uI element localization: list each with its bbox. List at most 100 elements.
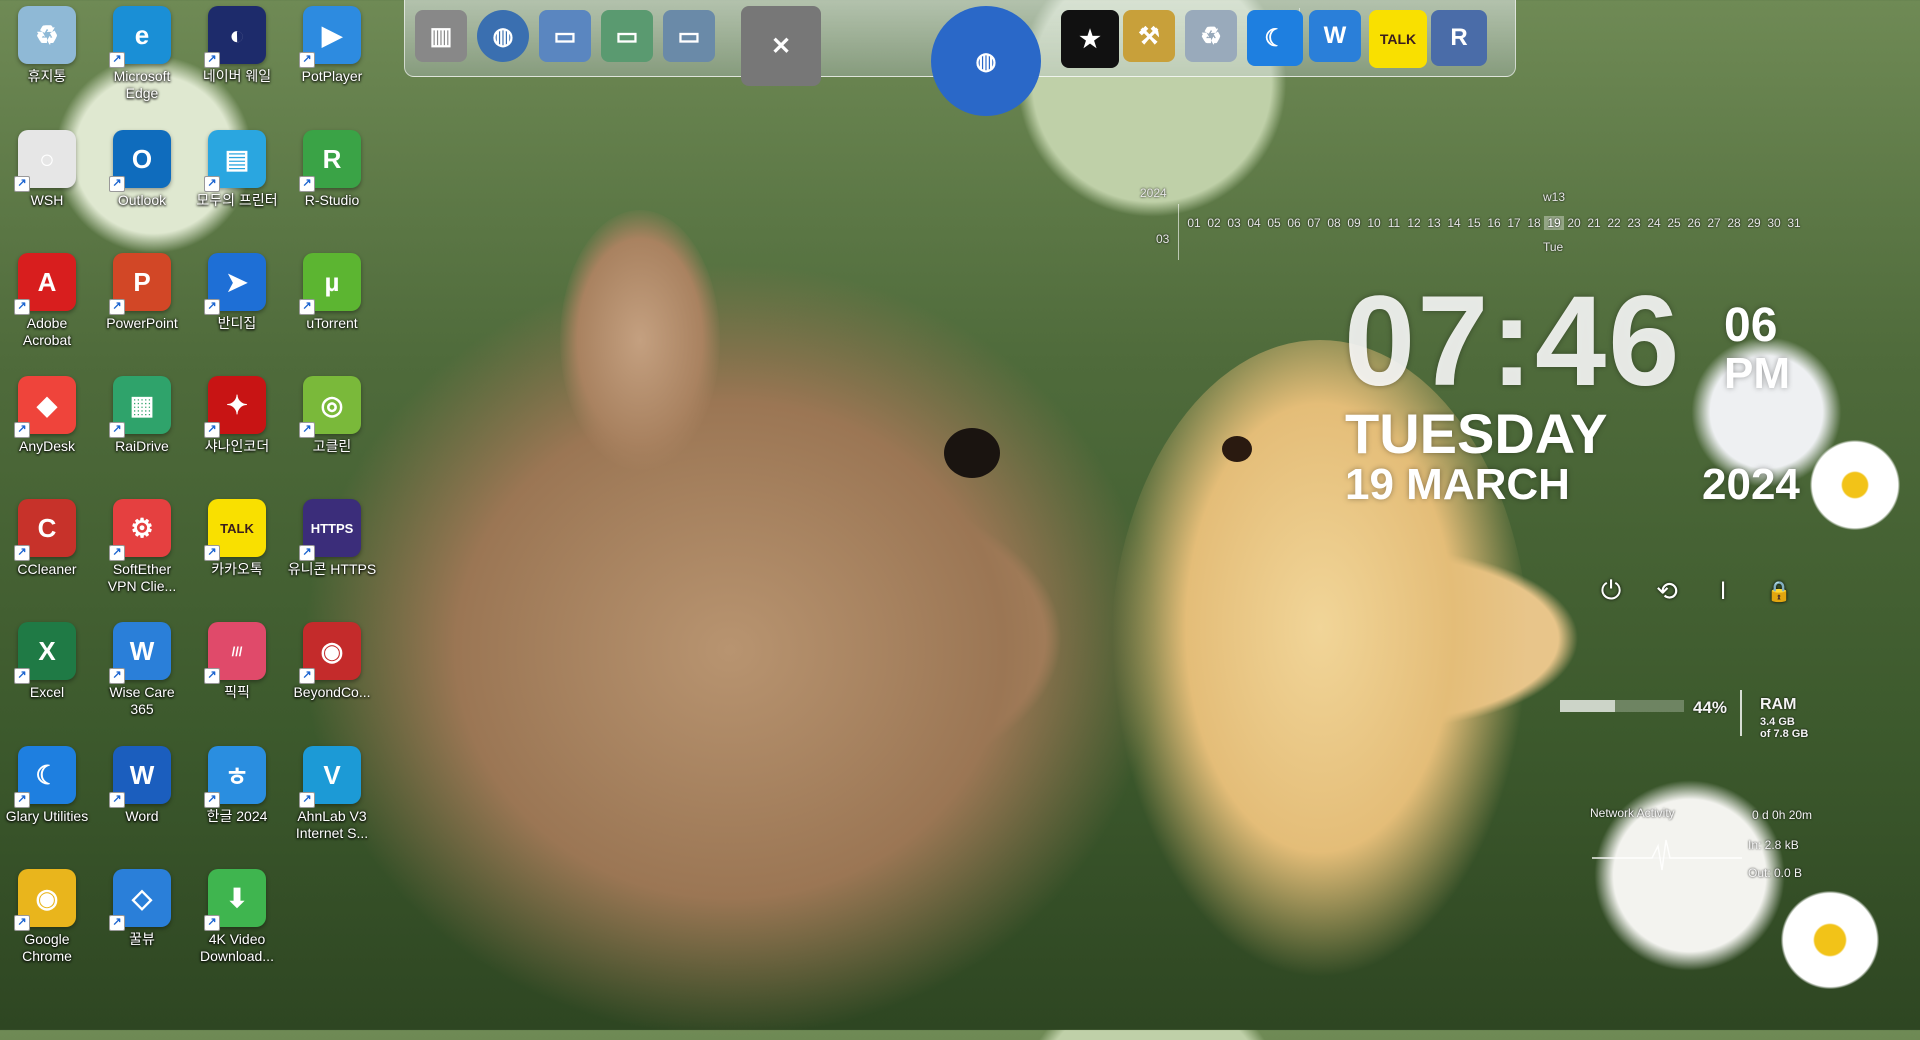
desktop-icon-label: 모두의 프린터 [196,192,278,208]
app-icon: ♻ [18,6,76,64]
app-icon: ➤ ↗ [204,253,266,315]
lock-icon[interactable]: 🔒 [1762,574,1796,608]
shortcut-arrow-icon: ↗ [14,668,30,684]
wallpaper-daisy-2 [1800,430,1910,540]
desktop-icon-https[interactable]: HTTPS ↗ 유니콘 HTTPS [287,499,377,578]
desktop-icon-beyondco[interactable]: ◉ ↗ BeyondCo... [287,622,377,701]
desktop-icon-label: Outlook [117,192,167,208]
desktop-icon-glary-utilities[interactable]: ☾ ↗ Glary Utilities [2,746,92,825]
clock-weekday: TUESDAY [1345,402,1608,465]
desktop-icon-wise-care-365[interactable]: W ↗ Wise Care 365 [97,622,187,718]
desktop-icon-item-18[interactable]: TALK ↗ 카카오톡 [192,499,282,578]
standby-icon[interactable]: ⏽ [1706,574,1740,608]
calendar-day: 06 [1287,216,1301,230]
desktop-icon-label: 4K Video Download... [200,931,274,964]
calendar-day: 09 [1347,216,1361,230]
desktop-icon-outlook[interactable]: O ↗ Outlook [97,130,187,209]
desktop-icon-label: AnyDesk [18,438,76,454]
top-dock: ▥ ◍ ▭ ▭ ▭ ✕ ◍ ★ ⚒ ♻ ☾ W TALK R [404,0,1516,116]
wisecare-icon[interactable]: W [1309,10,1361,62]
shortcut-arrow-icon: ↗ [299,299,315,315]
calendar-divider [1178,204,1179,260]
desktop-icon-item-29[interactable]: ◇ ↗ 꿀뷰 [97,869,187,948]
desktop-icon-powerpoint[interactable]: P ↗ PowerPoint [97,253,187,332]
folder-photos-icon[interactable]: ▭ [663,10,715,62]
calendar-day: 23 [1627,216,1641,230]
calendar-day: 22 [1607,216,1621,230]
wallpaper-bunny-eye [944,428,1000,478]
power-icon[interactable]: ⏻ [1594,574,1628,608]
r-icon[interactable]: R [1431,10,1487,66]
desktop-icon-item-0[interactable]: ♻ 휴지통 [2,6,92,85]
calendar-day: 14 [1447,216,1461,230]
desktop-icon-label: SoftEther VPN Clie... [107,561,177,594]
desktop-icon-google-chrome[interactable]: ◉ ↗ Google Chrome [2,869,92,965]
restart-icon[interactable]: ⟲ [1650,574,1684,608]
glary-icon[interactable]: ☾ [1247,10,1303,66]
system-monitor-icon[interactable]: ▥ [415,10,467,62]
kakaotalk-icon[interactable]: TALK [1369,10,1427,68]
desktop-icon-anydesk[interactable]: ◆ ↗ AnyDesk [2,376,92,455]
desktop-icon-label: Glary Utilities [5,808,89,824]
desktop-icon-label: 네이버 웨일 [202,68,272,84]
desktop-icon-adobe-acrobat[interactable]: A ↗ Adobe Acrobat [2,253,92,349]
network-globe-icon[interactable]: ◍ [477,10,529,62]
desktop-icon-label: 픽픽 [224,684,250,700]
desktop-icon-wsh[interactable]: ○ ↗ WSH [2,130,92,209]
desktop-icon-label: 유니콘 HTTPS [287,561,377,577]
desktop-icon-ccleaner[interactable]: C ↗ CCleaner [2,499,92,578]
desktop-icon-4k-video-download[interactable]: ⬇ ↗ 4K Video Download... [192,869,282,965]
app-icon: ◇ ↗ [109,869,171,931]
network-in: In: 2.8 kB [1748,838,1799,852]
hammer-icon[interactable]: ⚒ [1123,10,1175,62]
desktop-icon-item-14[interactable]: ✦ ↗ 샤나인코더 [192,376,282,455]
desktop-icon-r-studio[interactable]: R ↗ R-Studio [287,130,377,209]
app-icon: C ↗ [14,499,76,561]
desktop-icon-label: 고클린 [312,438,352,454]
app-icon: P ↗ [109,253,171,315]
desktop-icon-potplayer[interactable]: ▶ ↗ PotPlayer [287,6,377,85]
app-icon: W ↗ [109,622,171,684]
folder-green-icon[interactable]: ▭ [601,10,653,62]
tshirt-icon[interactable]: ★ [1061,10,1119,68]
ram-label: RAM [1760,696,1797,713]
calendar-week: w13 [1543,190,1566,204]
desktop-icon-label: 반디집 [217,315,257,331]
desktop-icon-2024[interactable]: ㅎ ↗ 한글 2024 [192,746,282,825]
desktop-icon-ahnlab-v3-internet-s[interactable]: V ↗ AhnLab V3 Internet S... [287,746,377,842]
desktop-icon-item-22[interactable]: ///↗ 픽픽 [192,622,282,701]
calendar-day: 18 [1527,216,1541,230]
shortcut-arrow-icon: ↗ [204,176,220,192]
app-icon: ▤ ↗ [204,130,266,192]
shortcut-arrow-icon: ↗ [204,52,220,68]
tools-icon[interactable]: ✕ [741,6,821,86]
app-icon: ◎ ↗ [299,376,361,438]
recycle-bin-icon[interactable]: ♻ [1185,10,1237,62]
desktop-icon-softether-vpn-clie[interactable]: ⚙ ↗ SoftEther VPN Clie... [97,499,187,595]
calendar-day: 31 [1787,216,1801,230]
desktop-icon-utorrent[interactable]: µ ↗ uTorrent [287,253,377,332]
shortcut-arrow-icon: ↗ [14,299,30,315]
desktop-icon-item-2[interactable]: ◐ ↗ 네이버 웨일 [192,6,282,85]
globe-icon[interactable]: ◍ [931,6,1041,116]
folder-icon[interactable]: ▭ [539,10,591,62]
app-icon: ◉ ↗ [299,622,361,684]
desktop-icon-item-15[interactable]: ◎ ↗ 고클린 [287,376,377,455]
desktop-icon-excel[interactable]: X ↗ Excel [2,622,92,701]
desktop-icon-raidrive[interactable]: ▦ ↗ RaiDrive [97,376,187,455]
calendar-day: 16 [1487,216,1501,230]
shortcut-arrow-icon: ↗ [299,422,315,438]
shortcut-arrow-icon: ↗ [109,668,125,684]
calendar-day: 26 [1687,216,1701,230]
app-icon: A ↗ [14,253,76,315]
network-graph [1592,839,1742,871]
wallpaper-bunny [300,260,1160,1040]
desktop-icon-word[interactable]: W ↗ Word [97,746,187,825]
desktop-icon-microsoft-edge[interactable]: e ↗ Microsoft Edge [97,6,187,102]
app-icon: ▦ ↗ [109,376,171,438]
wallpaper-bunny-ear [560,210,720,470]
desktop-icon-item-10[interactable]: ➤ ↗ 반디집 [192,253,282,332]
desktop-icon-item-6[interactable]: ▤ ↗ 모두의 프린터 [192,130,282,209]
ram-percent: 44% [1693,698,1728,717]
app-icon: e ↗ [109,6,171,68]
